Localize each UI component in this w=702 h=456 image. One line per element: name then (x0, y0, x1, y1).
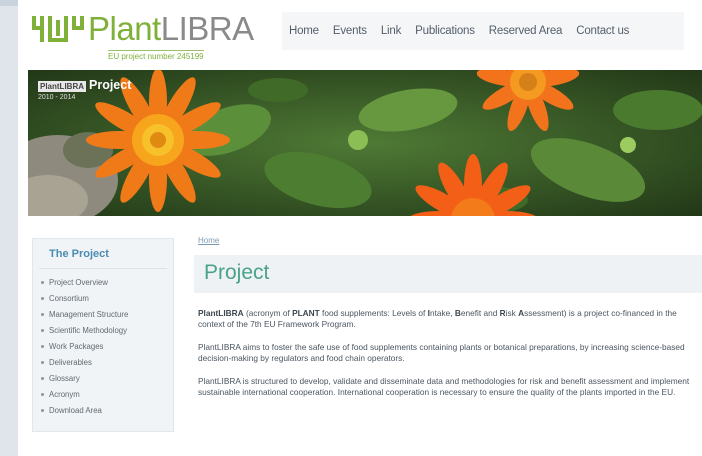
logo-name-plant: Plant (88, 10, 161, 47)
banner-title-text: Project (89, 78, 132, 92)
nav-home[interactable]: Home (282, 25, 326, 37)
main-content: PlantLIBRA (acronym of PLANT food supple… (198, 308, 698, 410)
nav-link[interactable]: Link (374, 25, 408, 37)
aims-paragraph: PlantLIBRA aims to foster the safe use o… (198, 342, 685, 363)
nav-reserved-area[interactable]: Reserved Area (482, 25, 569, 37)
banner-title: PlantLIBRA Project (38, 78, 131, 92)
plantlibra-logo[interactable]: PlantLIBRA EU project number 245199 (30, 10, 280, 62)
intro-letters-plant: PLANT (292, 308, 320, 318)
sidebar-item-scientific-methodology[interactable]: Scientific Methodology (33, 323, 173, 339)
banner-tag: PlantLIBRA (38, 81, 86, 92)
breadcrumb-home[interactable]: Home (198, 236, 219, 245)
sidebar-title: The Project (39, 239, 167, 269)
intro-text-4: enefit and (460, 308, 500, 318)
intro-text-1: (acronym of (243, 308, 293, 318)
nav-contact-us[interactable]: Contact us (569, 25, 636, 37)
sidebar-item-deliverables[interactable]: Deliverables (33, 355, 173, 371)
logo-wordmark: PlantLIBRA (88, 10, 254, 48)
sidebar-item-management-structure[interactable]: Management Structure (33, 307, 173, 323)
page-title: Project (204, 261, 270, 284)
sidebar-item-acronym[interactable]: Acronym (33, 387, 173, 403)
intro-text-5: isk (505, 308, 519, 318)
sidebar-item-work-packages[interactable]: Work Packages (33, 339, 173, 355)
logo-name-libra: LIBRA (160, 10, 254, 47)
main-navigation: Home Events Link Publications Reserved A… (282, 12, 684, 50)
sidebar-item-download-area[interactable]: Download Area (33, 403, 173, 419)
sidebar-item-project-overview[interactable]: Project Overview (33, 275, 173, 291)
sidebar-menu: The Project Project Overview Consortium … (32, 238, 174, 432)
banner-subtitle: 2010 - 2014 (38, 94, 76, 101)
sidebar-item-glossary[interactable]: Glossary (33, 371, 173, 387)
intro-project-name: PlantLIBRA (198, 308, 244, 318)
logo-tagline: EU project number 245199 (108, 50, 204, 61)
page-title-bar: Project (194, 255, 702, 293)
intro-paragraph: PlantLIBRA (acronym of PLANT food supple… (198, 308, 698, 330)
nav-publications[interactable]: Publications (408, 25, 482, 37)
structure-paragraph: PlantLIBRA is structured to develop, val… (198, 376, 690, 397)
sidebar-item-consortium[interactable]: Consortium (33, 291, 173, 307)
header-banner: PlantLIBRA Project 2010 - 2014 (28, 70, 702, 216)
nav-events[interactable]: Events (326, 25, 374, 37)
sidebar-list: Project Overview Consortium Management S… (33, 275, 173, 419)
intro-text-3: ntake, (429, 308, 455, 318)
intro-text-2: food supplements: Levels of (319, 308, 428, 318)
logo-mark-icon (32, 16, 84, 42)
